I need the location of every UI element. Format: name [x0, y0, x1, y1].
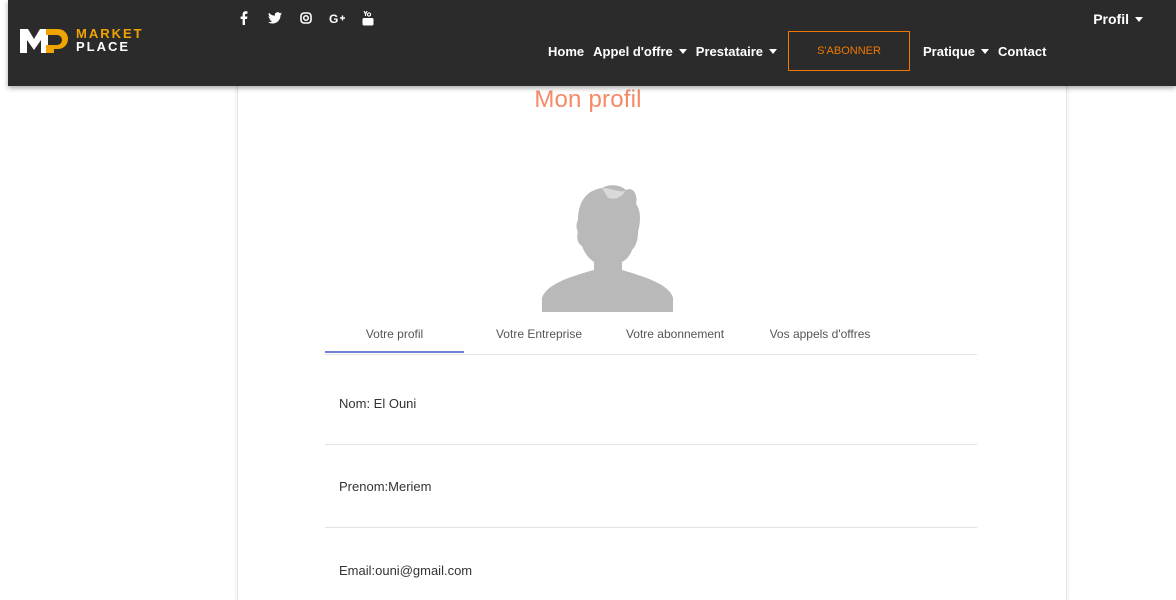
chevron-down-icon — [981, 48, 990, 54]
brand-line2: PLACE — [76, 39, 131, 54]
profile-email: Email:ouni@gmail.com — [339, 563, 473, 578]
nav-contact[interactable]: Contact — [998, 44, 1046, 59]
nav-pratique-label: Pratique — [923, 43, 976, 59]
twitter-icon[interactable] — [265, 9, 285, 27]
brand-wordmark: MARKET PLACE — [76, 27, 144, 53]
profile-prenom: Prenom:Meriem — [339, 479, 432, 494]
nav-prestataire[interactable]: Prestataire — [696, 44, 777, 59]
google-plus-icon[interactable]: G — [327, 9, 347, 27]
facebook-icon[interactable] — [234, 9, 254, 27]
nav-prestataire-label: Prestataire — [695, 43, 763, 59]
profile-nom: Nom: El Ouni — [339, 396, 417, 411]
brand-logo[interactable]: MARKET PLACE — [18, 22, 144, 58]
profile-tabs: Votre profil Votre Entreprise Votre abon… — [325, 320, 977, 355]
tab-votre-entreprise[interactable]: Votre Entreprise — [464, 320, 614, 353]
chevron-down-icon — [678, 48, 687, 54]
nav-pratique[interactable]: Pratique — [923, 43, 990, 59]
nav-appel-offre[interactable]: Appel d'offre — [593, 44, 687, 59]
tab-votre-abonnement[interactable]: Votre abonnement — [614, 320, 736, 353]
subscribe-button[interactable]: S'ABONNER — [788, 31, 910, 71]
divider — [325, 444, 977, 445]
top-navbar: MARKET PLACE G Profil Home Appel d'offre… — [8, 0, 1176, 86]
profile-menu[interactable]: Profil — [1093, 11, 1143, 27]
nav-home[interactable]: Home — [548, 44, 584, 59]
logo-mark-icon — [20, 29, 68, 53]
youtube-icon[interactable] — [358, 9, 378, 27]
svg-text:G: G — [329, 12, 338, 24]
instagram-icon[interactable] — [296, 9, 316, 27]
page-title: Mon profil — [534, 86, 642, 113]
tab-vos-appels-offres[interactable]: Vos appels d'offres — [736, 320, 904, 353]
main-nav: Home Appel d'offre Prestataire S'ABONNER… — [548, 31, 1055, 71]
tab-votre-profil[interactable]: Votre profil — [325, 320, 464, 353]
nav-appel-offre-label: Appel d'offre — [593, 43, 673, 59]
avatar-placeholder-icon — [542, 185, 673, 312]
social-links: G — [234, 9, 389, 27]
chevron-down-icon — [769, 48, 777, 54]
divider — [325, 527, 977, 528]
profile-menu-label: Profil — [1093, 11, 1129, 27]
chevron-down-icon — [1135, 17, 1143, 22]
